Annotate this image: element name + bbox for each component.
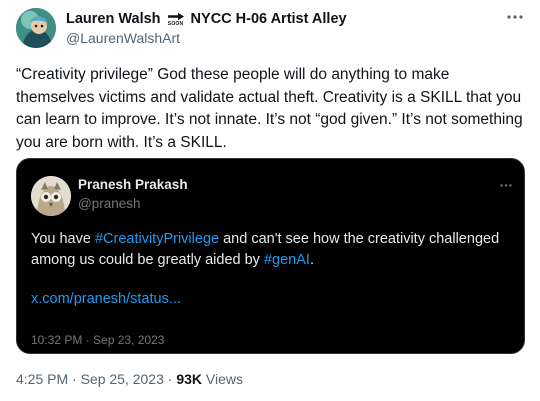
author-name-row[interactable]: Lauren Walsh SOON NYCC H-06 Artist Alley xyxy=(66,9,347,29)
quoted-author-handle[interactable]: @pranesh xyxy=(78,196,141,211)
tweet-card: Lauren Walsh SOON NYCC H-06 Artist Alley… xyxy=(0,0,540,401)
quoted-status-link[interactable]: x.com/pranesh/status... xyxy=(31,291,181,307)
quoted-author-avatar[interactable] xyxy=(31,176,71,216)
soon-label: SOON xyxy=(167,20,184,27)
tweet-text: “Creativity privilege” God these people … xyxy=(16,66,523,151)
views-label: Views xyxy=(202,371,243,387)
hashtag-link[interactable]: #genAI xyxy=(264,252,310,268)
quoted-tweet[interactable]: Pranesh Prakash @pranesh You have #Creat… xyxy=(16,158,525,354)
author-handle[interactable]: @LaurenWalshArt xyxy=(66,30,180,46)
hashtag-link[interactable]: #CreativityPrivilege xyxy=(95,231,219,247)
quoted-author-name[interactable]: Pranesh Prakash xyxy=(78,177,188,192)
tweet-timestamp[interactable]: 4:25 PM · Sep 25, 2023 · xyxy=(16,371,176,387)
soon-arrow-icon: SOON xyxy=(166,12,186,27)
more-horizontal-icon xyxy=(507,15,523,19)
more-horizontal-icon xyxy=(500,184,512,187)
quoted-more-options[interactable] xyxy=(500,175,512,190)
author-avatar[interactable] xyxy=(16,8,56,48)
quoted-text-after: . xyxy=(309,252,314,268)
tweet-footer: 4:25 PM · Sep 25, 2023 · 93K Views xyxy=(16,371,243,387)
quoted-timestamp[interactable]: 10:32 PM · Sep 23, 2023 xyxy=(31,333,164,347)
author-name[interactable]: Lauren Walsh xyxy=(66,11,161,27)
views-count: 93K xyxy=(176,371,203,387)
more-options-button[interactable] xyxy=(504,6,526,28)
quoted-tweet-text: You have #CreativityPrivilege and can't … xyxy=(31,229,515,271)
quoted-text-before: You have xyxy=(31,231,95,247)
author-name-suffix[interactable]: NYCC H-06 Artist Alley xyxy=(191,11,347,27)
